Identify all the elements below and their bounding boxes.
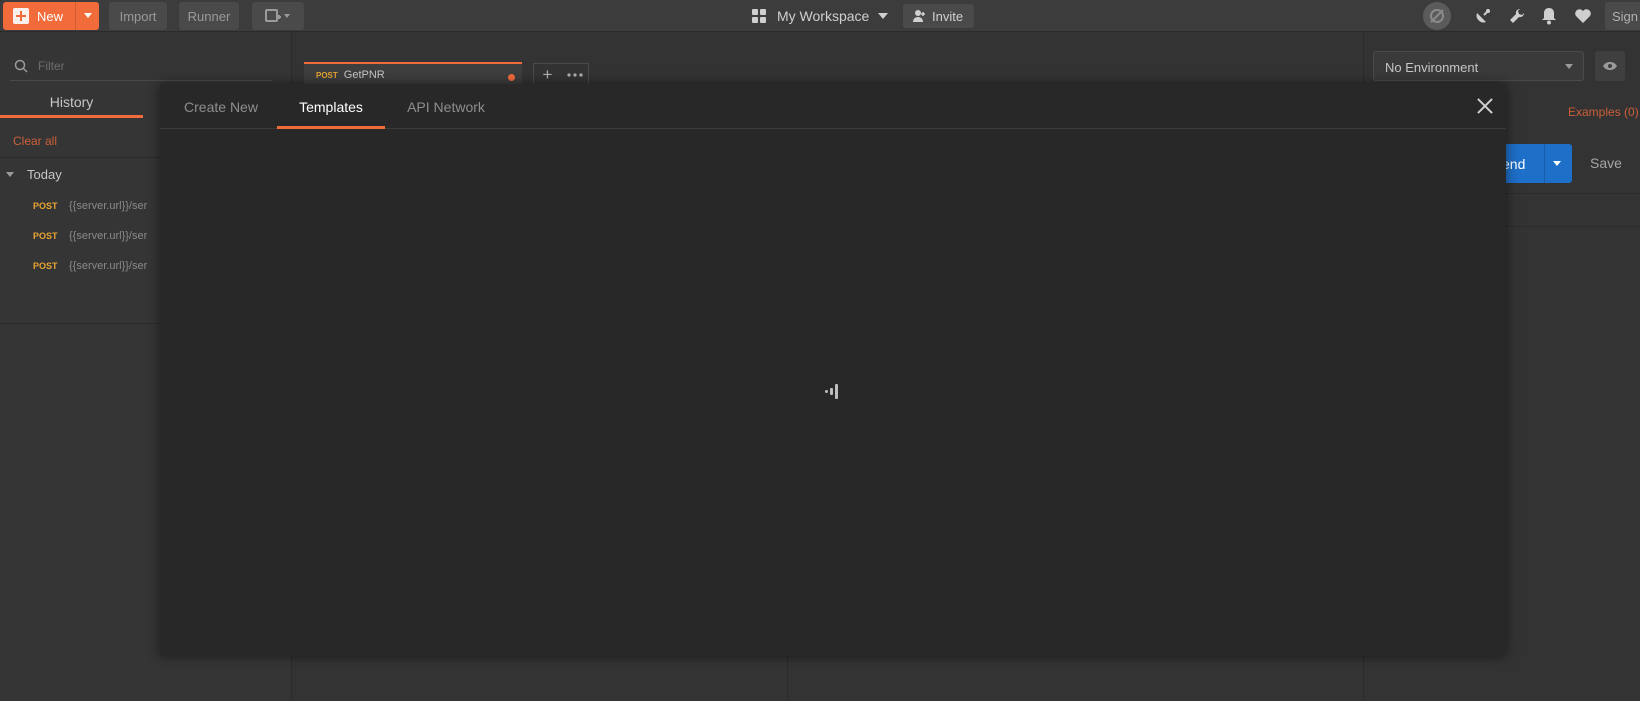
- history-item[interactable]: POST {{server.url}}/ser: [33, 198, 147, 214]
- satellite-icon: [1476, 9, 1490, 23]
- search-icon: [14, 59, 28, 73]
- tab-history[interactable]: History: [0, 81, 143, 118]
- runner-button[interactable]: Runner: [179, 2, 239, 30]
- heart-button[interactable]: [1573, 6, 1593, 26]
- environment-selected-label: No Environment: [1385, 60, 1479, 75]
- tab-options-button[interactable]: [561, 64, 588, 86]
- sync-status-button[interactable]: [1423, 2, 1451, 30]
- workspace-label: My Workspace: [777, 8, 870, 24]
- invite-user-icon: [913, 10, 925, 22]
- history-url: {{server.url}}/ser: [69, 260, 148, 272]
- method-badge: POST: [33, 201, 58, 211]
- filter-placeholder: Filter: [38, 58, 65, 73]
- history-url: {{server.url}}/ser: [69, 230, 148, 242]
- loading-icon: [825, 383, 845, 401]
- invite-button[interactable]: Invite: [903, 4, 974, 28]
- tab-api-network[interactable]: API Network: [404, 84, 488, 129]
- new-window-icon: [265, 9, 290, 22]
- request-tab-name: GetPNR: [343, 69, 385, 81]
- environment-select[interactable]: No Environment: [1373, 51, 1584, 81]
- grid-icon: [752, 9, 766, 23]
- clear-all-link[interactable]: Clear all: [13, 134, 57, 148]
- environment-quick-look-button[interactable]: [1595, 51, 1625, 81]
- caret-down-icon: [6, 172, 14, 177]
- notifications-button[interactable]: [1539, 6, 1559, 26]
- examples-link[interactable]: Examples (0): [1568, 105, 1639, 119]
- new-button-label: New: [37, 8, 64, 24]
- settings-button[interactable]: [1507, 6, 1527, 26]
- method-badge: POST: [33, 231, 58, 241]
- plus-icon: [13, 8, 29, 24]
- eye-icon: [1603, 62, 1617, 70]
- add-tab-button[interactable]: +: [534, 64, 561, 86]
- new-dropdown-caret-icon[interactable]: [84, 13, 92, 18]
- interceptor-button[interactable]: [1473, 6, 1493, 26]
- method-badge: POST: [33, 261, 58, 271]
- import-button[interactable]: Import: [109, 2, 167, 30]
- sync-off-icon: [1430, 9, 1444, 23]
- filter-input[interactable]: Filter: [10, 51, 272, 81]
- create-new-modal: Create New Templates API Network: [160, 84, 1506, 656]
- send-dropdown-caret-icon[interactable]: [1553, 161, 1561, 166]
- history-group-label: Today: [27, 167, 62, 182]
- history-item[interactable]: POST {{server.url}}/ser: [33, 258, 147, 274]
- request-tab[interactable]: POST GetPNR: [304, 62, 522, 86]
- save-button[interactable]: Save: [1590, 155, 1622, 171]
- new-button[interactable]: New: [3, 2, 99, 30]
- history-url: {{server.url}}/ser: [69, 200, 148, 212]
- request-method-badge: POST: [316, 70, 338, 80]
- bell-icon: [1542, 8, 1556, 25]
- workspace-switcher[interactable]: My Workspace: [752, 0, 889, 32]
- heart-icon: [1575, 9, 1591, 23]
- invite-label: Invite: [932, 8, 964, 24]
- close-icon[interactable]: [1476, 97, 1494, 115]
- sign-in-button[interactable]: Sign: [1605, 2, 1640, 30]
- modal-tab-bar: Create New Templates API Network: [160, 84, 1506, 129]
- more-horizontal-icon: [566, 73, 583, 77]
- tab-templates[interactable]: Templates: [277, 84, 385, 129]
- history-group-today[interactable]: Today: [6, 167, 62, 182]
- history-item[interactable]: POST {{server.url}}/ser: [33, 228, 147, 244]
- top-header: New Import Runner My Workspace Invite Si…: [0, 0, 1640, 32]
- wrench-icon: [1510, 8, 1525, 23]
- new-window-button[interactable]: [252, 2, 304, 30]
- chevron-down-icon: [1565, 64, 1573, 69]
- chevron-down-icon: [878, 13, 889, 19]
- tab-create-new[interactable]: Create New: [181, 84, 261, 129]
- unsaved-dot-icon: [508, 74, 515, 81]
